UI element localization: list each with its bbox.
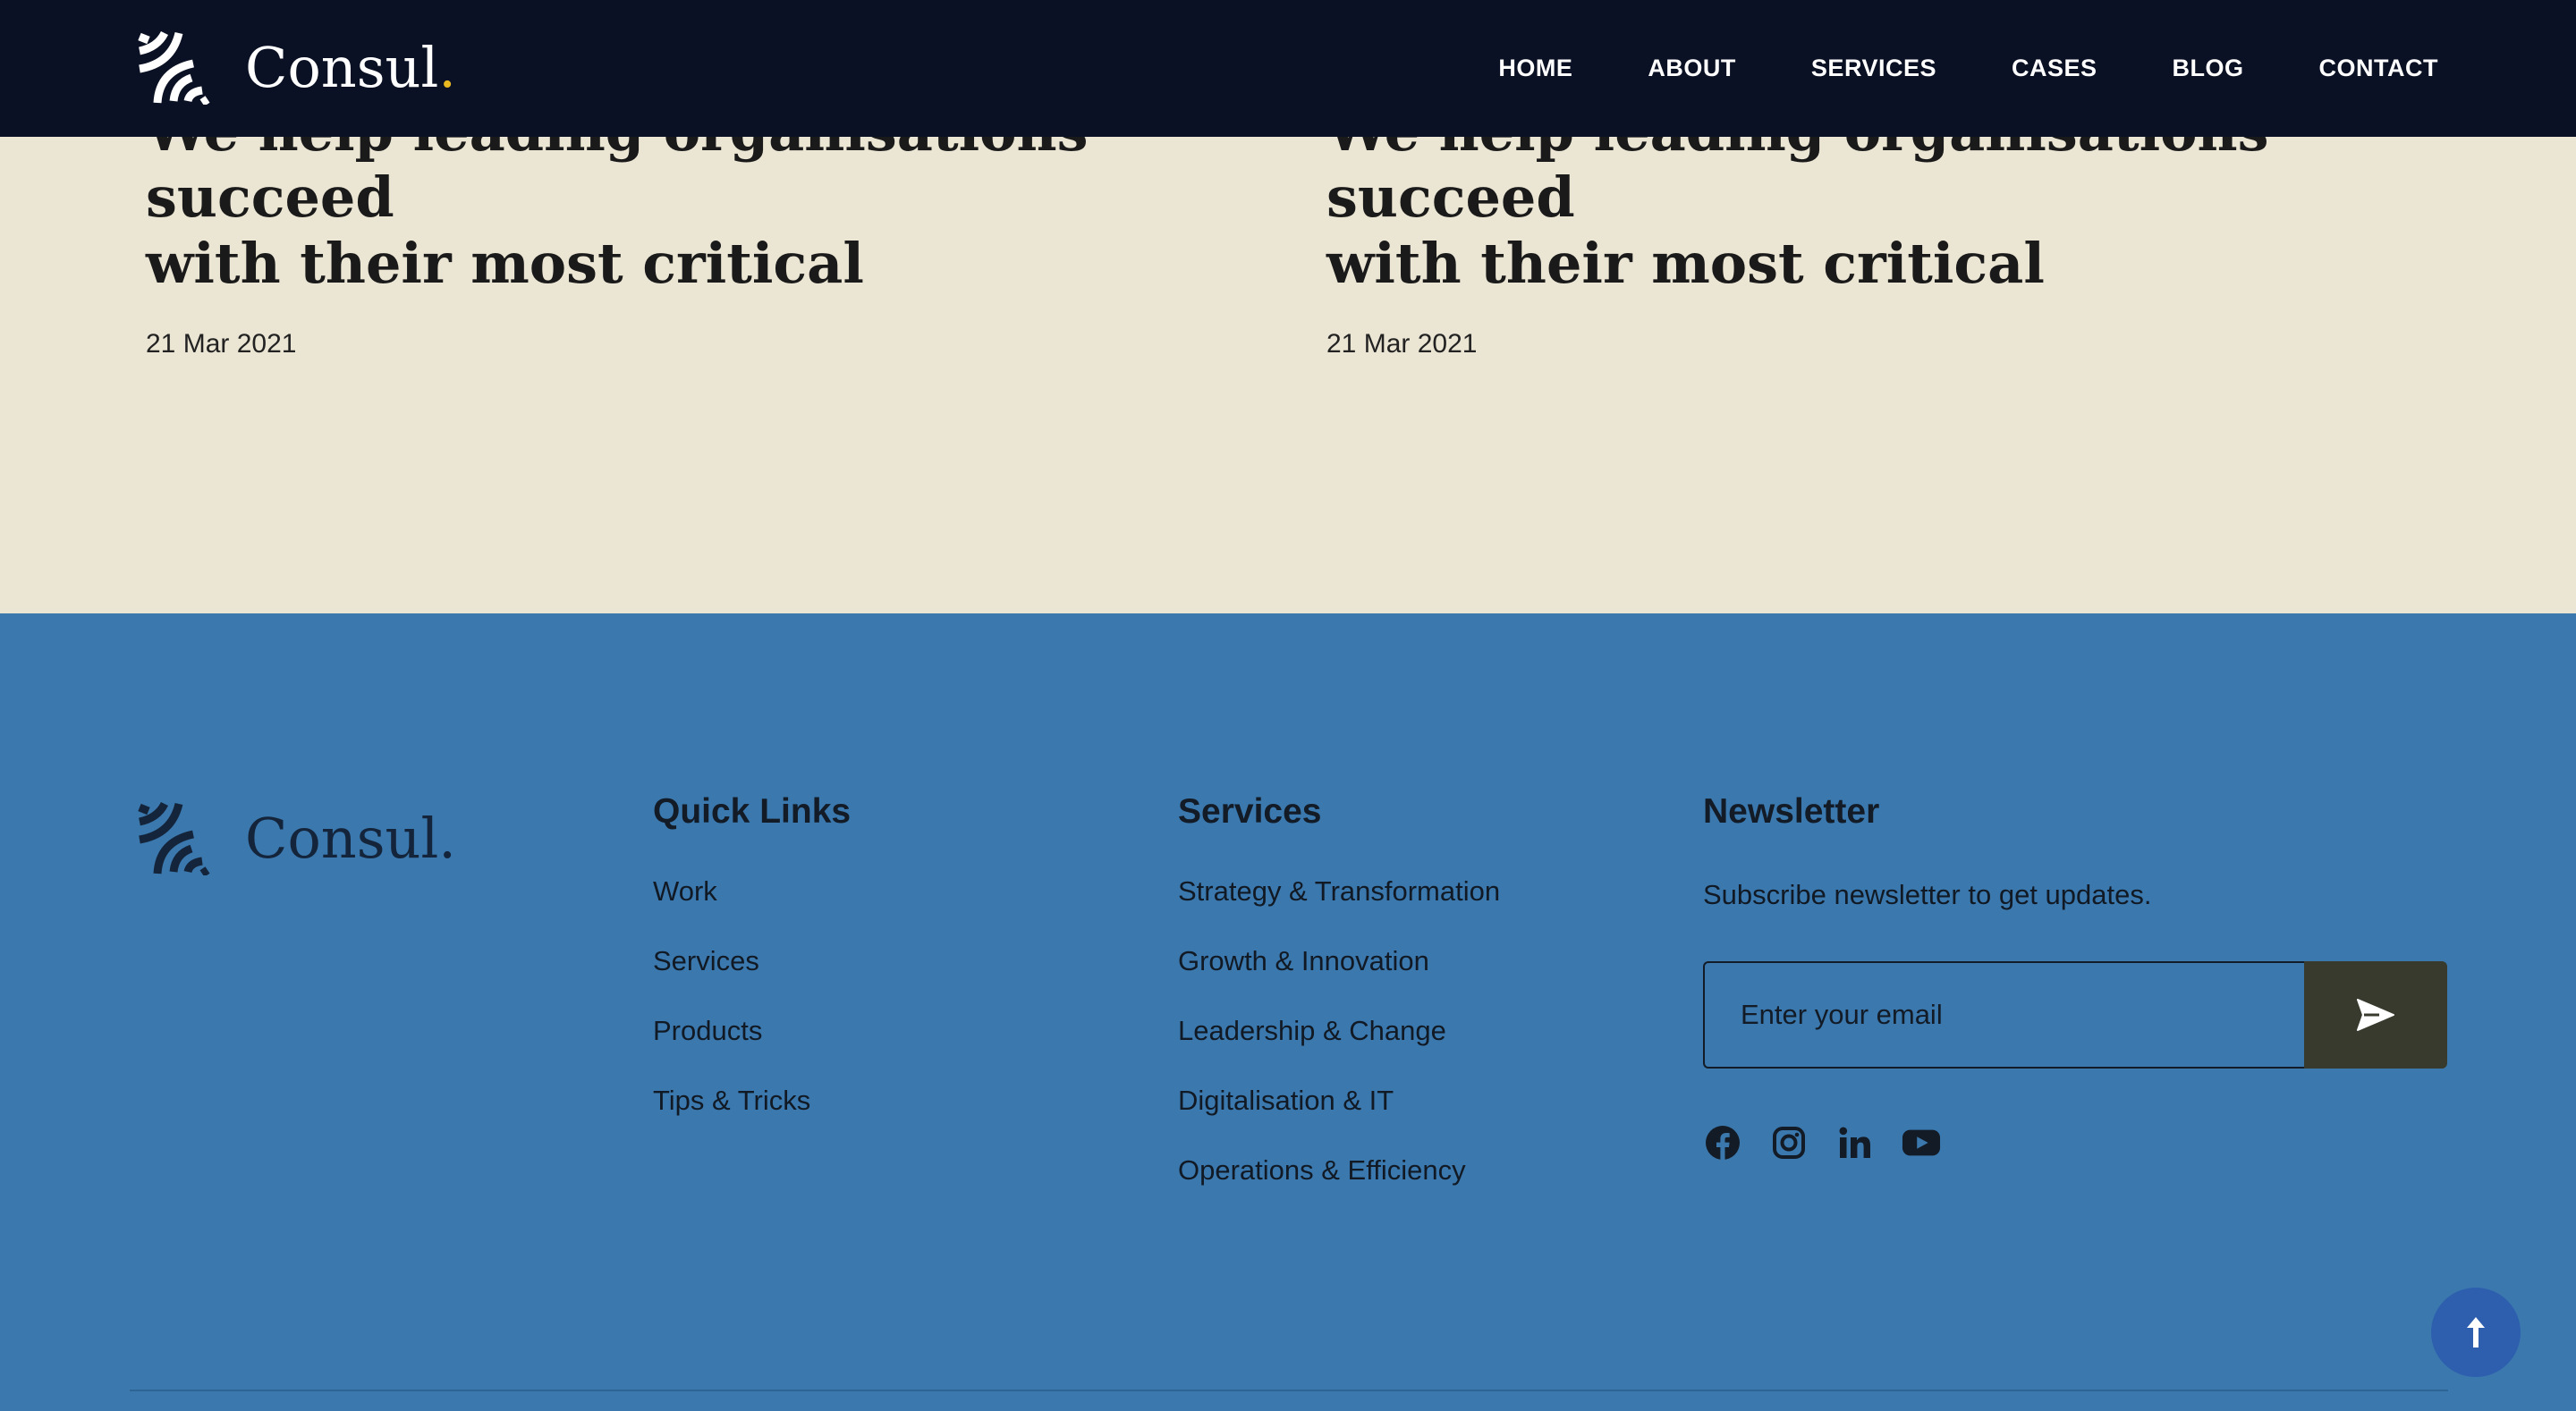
list-item: Products xyxy=(653,1015,851,1087)
send-icon xyxy=(2357,999,2394,1031)
list-item: Services xyxy=(653,945,851,1018)
quick-links-column: Quick Links Work Services Products Tips … xyxy=(653,792,851,1157)
footer-link-digitalisation[interactable]: Digitalisation & IT xyxy=(1178,1085,1394,1116)
blog-post-card[interactable]: We help leading organisations succeed wi… xyxy=(1326,98,2418,359)
facebook-icon[interactable] xyxy=(1703,1123,1742,1162)
main-menu: HOME ABOUT SERVICES CASES BLOG CONTACT xyxy=(1498,0,2438,137)
list-item: Strategy & Transformation xyxy=(1178,875,1500,948)
footer-link-strategy[interactable]: Strategy & Transformation xyxy=(1178,875,1500,907)
brand-mark-icon xyxy=(138,802,210,875)
brand-name: Consul. xyxy=(245,35,456,100)
newsletter-heading: Newsletter xyxy=(1703,792,1880,831)
blog-post-card[interactable]: We help leading organisations succeed wi… xyxy=(146,98,1237,359)
nav-blog[interactable]: BLOG xyxy=(2173,55,2244,82)
list-item: Digitalisation & IT xyxy=(1178,1085,1500,1157)
nav-about[interactable]: ABOUT xyxy=(1648,55,1736,82)
footer-link-growth[interactable]: Growth & Innovation xyxy=(1178,945,1429,976)
post-date: 21 Mar 2021 xyxy=(1326,329,1478,359)
brand-mark-icon xyxy=(138,31,210,105)
top-navbar: Consul. HOME ABOUT SERVICES CASES BLOG C… xyxy=(0,0,2576,137)
instagram-icon[interactable] xyxy=(1769,1123,1809,1162)
nav-services[interactable]: SERVICES xyxy=(1811,55,1936,82)
list-item: Growth & Innovation xyxy=(1178,945,1500,1018)
footer-link-operations[interactable]: Operations & Efficiency xyxy=(1178,1154,1466,1186)
quick-links-list: Work Services Products Tips & Tricks xyxy=(653,875,851,1157)
footer-link-tips-tricks[interactable]: Tips & Tricks xyxy=(653,1085,810,1116)
back-to-top-button[interactable] xyxy=(2431,1288,2521,1377)
quick-links-heading: Quick Links xyxy=(653,792,852,831)
footer-brand-name: Consul. xyxy=(245,806,456,871)
site-footer: Consul. Quick Links Work Services Produc… xyxy=(0,613,2576,1411)
newsletter-description: Subscribe newsletter to get updates. xyxy=(1703,879,2152,910)
arrow-up-icon xyxy=(2467,1317,2485,1348)
list-item: Tips & Tricks xyxy=(653,1085,851,1157)
nav-home[interactable]: HOME xyxy=(1498,55,1572,82)
footer-link-services[interactable]: Services xyxy=(653,945,759,976)
social-links xyxy=(1703,1123,1941,1162)
footer-link-leadership[interactable]: Leadership & Change xyxy=(1178,1015,1446,1046)
brand-logo[interactable]: Consul. xyxy=(138,30,456,106)
newsletter-form xyxy=(1703,961,2447,1069)
youtube-icon[interactable] xyxy=(1902,1123,1941,1162)
footer-link-work[interactable]: Work xyxy=(653,875,717,907)
services-column: Services Strategy & Transformation Growt… xyxy=(1178,792,1500,1227)
services-list: Strategy & Transformation Growth & Innov… xyxy=(1178,875,1500,1227)
linkedin-icon[interactable] xyxy=(1835,1123,1875,1162)
newsletter-column: Newsletter Subscribe newsletter to get u… xyxy=(1703,792,2151,911)
services-heading: Services xyxy=(1178,792,1322,831)
list-item: Operations & Efficiency xyxy=(1178,1154,1500,1227)
nav-cases[interactable]: CASES xyxy=(2012,55,2097,82)
list-item: Leadership & Change xyxy=(1178,1015,1500,1087)
list-item: Work xyxy=(653,875,851,948)
footer-divider xyxy=(130,1390,2448,1391)
footer-brand-logo[interactable]: Consul. xyxy=(138,801,456,876)
nav-contact[interactable]: CONTACT xyxy=(2319,55,2438,82)
footer-link-products[interactable]: Products xyxy=(653,1015,762,1046)
email-field[interactable] xyxy=(1703,961,2304,1069)
post-date: 21 Mar 2021 xyxy=(146,329,297,359)
subscribe-button[interactable] xyxy=(2304,961,2447,1069)
